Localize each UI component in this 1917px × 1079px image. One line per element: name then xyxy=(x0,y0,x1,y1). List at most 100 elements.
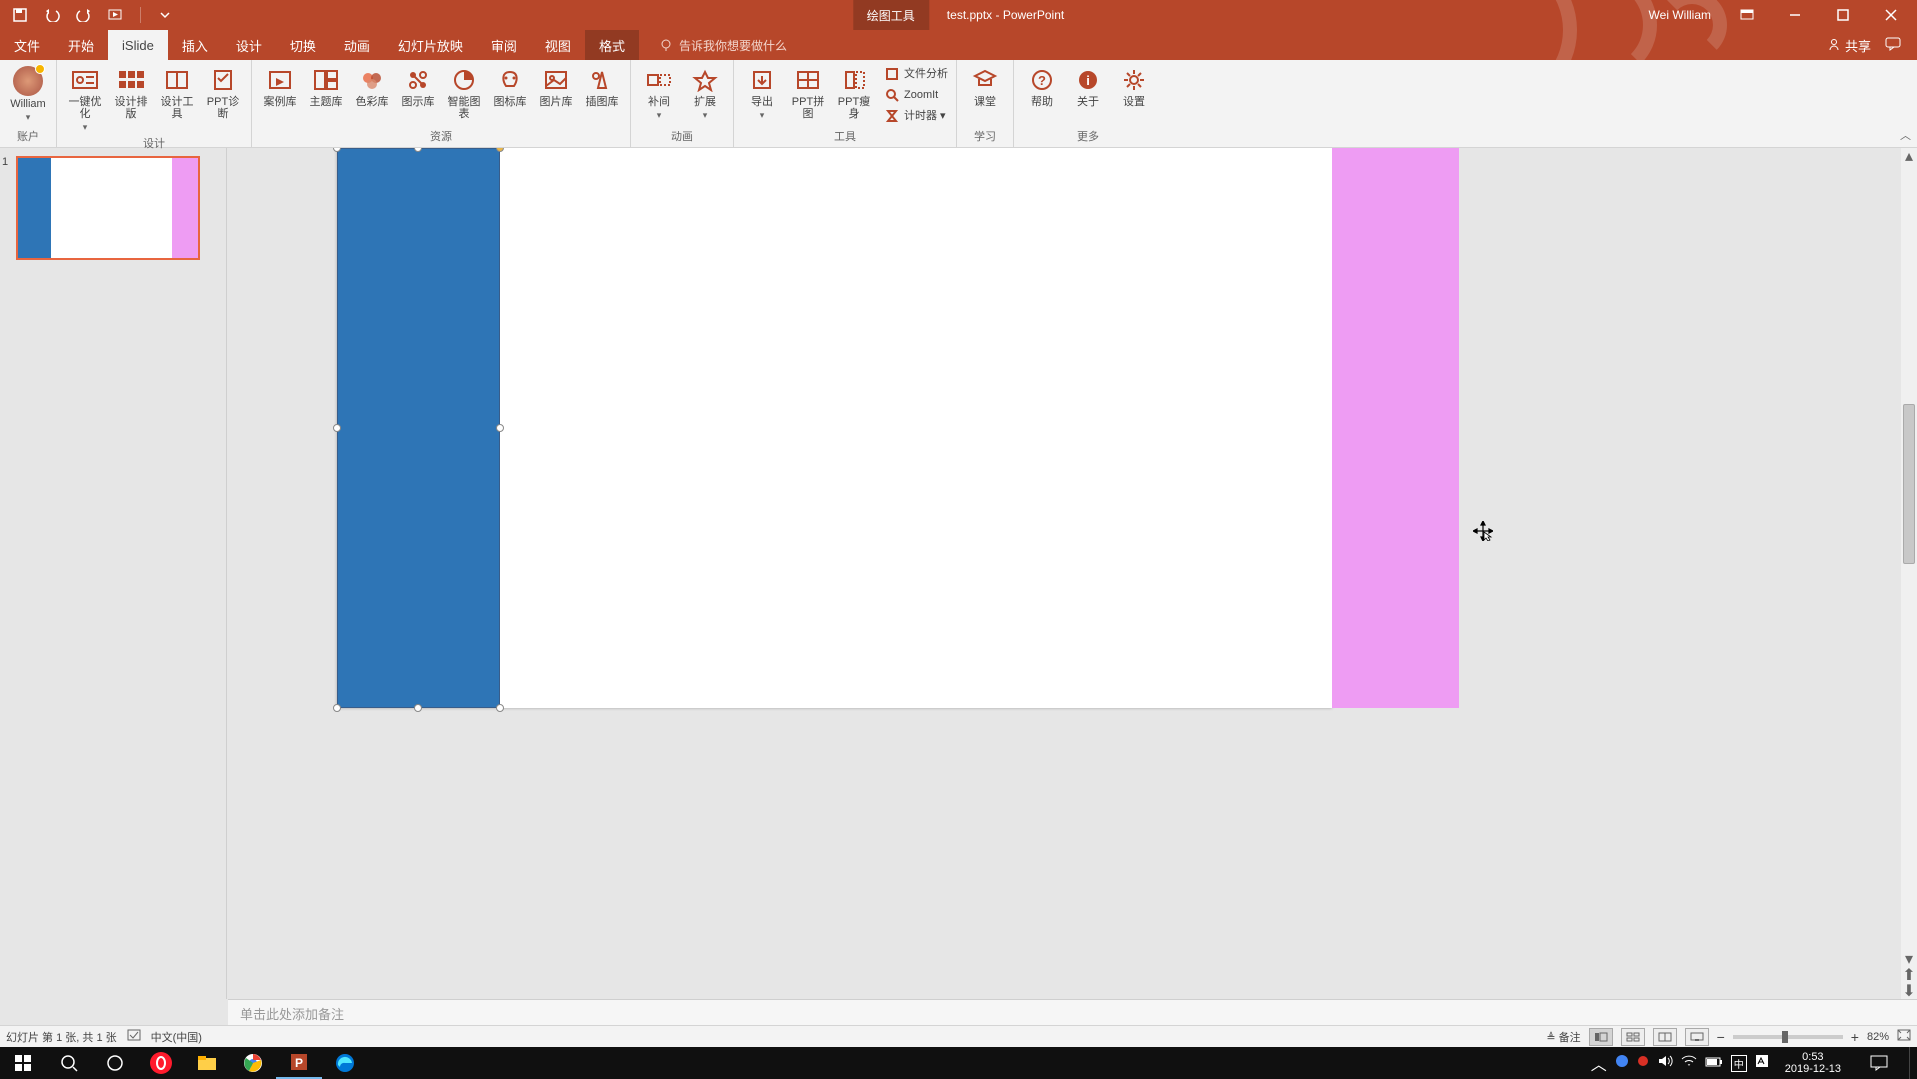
diagram-library-button[interactable]: 图示库 xyxy=(396,64,440,122)
file-explorer-icon[interactable] xyxy=(184,1047,230,1079)
maximize-icon[interactable] xyxy=(1821,0,1865,30)
resize-handle-e[interactable] xyxy=(496,424,504,432)
vector-library-button[interactable]: 插图库 xyxy=(580,64,624,122)
tab-design[interactable]: 设计 xyxy=(222,30,276,60)
avatar-icon xyxy=(13,66,43,96)
pink-rectangle-shape[interactable] xyxy=(1332,148,1459,708)
account-button[interactable]: William ▾ xyxy=(6,64,50,125)
resize-handle-sw[interactable] xyxy=(333,704,341,712)
vertical-scrollbar[interactable]: ▴ ▾ ⬆ ⬇ xyxy=(1901,148,1917,999)
tray-ime-icon[interactable]: 中 xyxy=(1731,1055,1747,1072)
tab-file[interactable]: 文件 xyxy=(0,30,54,60)
color-library-button[interactable]: 色彩库 xyxy=(350,64,394,122)
tray-chrome-icon[interactable] xyxy=(1615,1054,1629,1073)
tray-volume-icon[interactable] xyxy=(1657,1054,1673,1073)
resize-handle-s[interactable] xyxy=(414,704,422,712)
tab-transition[interactable]: 切换 xyxy=(276,30,330,60)
tab-animation[interactable]: 动画 xyxy=(330,30,384,60)
zoom-percent[interactable]: 82% xyxy=(1867,1031,1889,1043)
case-library-button[interactable]: 案例库 xyxy=(258,64,302,122)
slide-thumbnail-1[interactable]: 1 xyxy=(12,156,214,260)
normal-view-icon[interactable] xyxy=(1589,1028,1613,1046)
ribbon-group-animation: 补间▾ 扩展▾ 动画 xyxy=(631,60,734,147)
tray-wifi-icon[interactable] xyxy=(1681,1054,1697,1072)
icon-library-button[interactable]: 图标库 xyxy=(488,64,532,122)
taskbar-clock[interactable]: 0:53 2019-12-13 xyxy=(1777,1051,1849,1075)
zoom-in-icon[interactable]: + xyxy=(1851,1029,1859,1045)
zoom-out-icon[interactable]: − xyxy=(1717,1029,1725,1045)
action-center-icon[interactable] xyxy=(1857,1047,1901,1079)
fit-to-window-icon[interactable] xyxy=(1897,1029,1911,1044)
notes-pane[interactable]: 单击此处添加备注 xyxy=(228,999,1917,1025)
slide-thumbnails-panel[interactable]: 1 xyxy=(0,148,227,999)
picture-library-button[interactable]: 图片库 xyxy=(534,64,578,122)
undo-icon[interactable] xyxy=(40,4,64,26)
context-tab-drawing-tools[interactable]: 绘图工具 xyxy=(853,0,929,30)
reading-view-icon[interactable] xyxy=(1653,1028,1677,1046)
timer-button[interactable]: 计时器 ▾ xyxy=(882,106,950,126)
file-analysis-button[interactable]: 文件分析 xyxy=(882,64,950,84)
share-button[interactable]: 共享 xyxy=(1827,36,1871,55)
design-tools-button[interactable]: 设计工具 xyxy=(155,64,199,135)
resize-handle-w[interactable] xyxy=(333,424,341,432)
chrome-icon[interactable] xyxy=(230,1047,276,1079)
ppt-diagnosis-button[interactable]: PPT诊断 xyxy=(201,64,245,135)
start-button[interactable] xyxy=(0,1047,46,1079)
theme-library-button[interactable]: 主题库 xyxy=(304,64,348,122)
smart-chart-button[interactable]: 智能图表 xyxy=(442,64,486,122)
slide-canvas[interactable] xyxy=(227,148,1901,999)
minimize-icon[interactable] xyxy=(1773,0,1817,30)
resize-handle-se[interactable] xyxy=(496,704,504,712)
qat-customize-icon[interactable] xyxy=(153,4,177,26)
tray-battery-icon[interactable] xyxy=(1705,1054,1723,1072)
task-view-icon[interactable] xyxy=(92,1047,138,1079)
user-name[interactable]: Wei William xyxy=(1649,8,1711,22)
save-icon[interactable] xyxy=(8,4,32,26)
collapse-ribbon-icon[interactable]: ︿ xyxy=(1900,127,1911,143)
ribbon-display-options-icon[interactable] xyxy=(1725,0,1769,30)
zoom-slider[interactable] xyxy=(1733,1035,1843,1039)
scrollbar-thumb[interactable] xyxy=(1903,404,1915,564)
opera-icon[interactable] xyxy=(138,1047,184,1079)
svg-text:?: ? xyxy=(1038,73,1046,88)
ppt-slim-button[interactable]: PPT瘦身 xyxy=(832,64,876,126)
notes-toggle[interactable]: ≜ 备注 xyxy=(1546,1029,1580,1045)
show-desktop-button[interactable] xyxy=(1909,1047,1915,1079)
one-click-optimize-button[interactable]: 一键优化▾ xyxy=(63,64,107,135)
spellcheck-icon[interactable] xyxy=(127,1029,141,1044)
zoomit-button[interactable]: ZoomIt xyxy=(882,85,950,105)
slide-sorter-view-icon[interactable] xyxy=(1621,1028,1645,1046)
tab-review[interactable]: 审阅 xyxy=(477,30,531,60)
edge-icon[interactable] xyxy=(322,1047,368,1079)
scroll-up-icon[interactable]: ▴ xyxy=(1905,148,1913,164)
tab-view[interactable]: 视图 xyxy=(531,30,585,60)
start-from-beginning-icon[interactable] xyxy=(104,4,128,26)
slideshow-view-icon[interactable] xyxy=(1685,1028,1709,1046)
settings-button[interactable]: 设置 xyxy=(1112,64,1156,110)
next-slide-icon[interactable]: ⬇ xyxy=(1902,983,1915,999)
search-icon[interactable] xyxy=(46,1047,92,1079)
export-button[interactable]: 导出▾ xyxy=(740,64,784,126)
help-button[interactable]: ?帮助 xyxy=(1020,64,1064,110)
tell-me-search[interactable]: 告诉我你想要做什么 xyxy=(659,30,787,60)
tween-button[interactable]: 补间▾ xyxy=(637,64,681,123)
ppt-merge-button[interactable]: PPT拼图 xyxy=(786,64,830,126)
tray-chevron-icon[interactable]: ︿ xyxy=(1591,1051,1607,1075)
tab-insert[interactable]: 插入 xyxy=(168,30,222,60)
blue-rectangle-shape[interactable] xyxy=(337,148,500,708)
tray-record-icon[interactable] xyxy=(1637,1054,1649,1072)
comments-icon[interactable] xyxy=(1885,37,1901,54)
classroom-button[interactable]: 课堂 xyxy=(963,64,1007,110)
redo-icon[interactable] xyxy=(72,4,96,26)
tray-input-indicator-icon[interactable] xyxy=(1755,1054,1769,1073)
extension-button[interactable]: 扩展▾ xyxy=(683,64,727,123)
powerpoint-icon[interactable]: P xyxy=(276,1047,322,1079)
tab-home[interactable]: 开始 xyxy=(54,30,108,60)
close-icon[interactable] xyxy=(1869,0,1913,30)
tab-slideshow[interactable]: 幻灯片放映 xyxy=(384,30,477,60)
about-button[interactable]: i关于 xyxy=(1066,64,1110,110)
design-layout-button[interactable]: 设计排版 xyxy=(109,64,153,135)
language-indicator[interactable]: 中文(中国) xyxy=(151,1029,202,1045)
tab-islide[interactable]: iSlide xyxy=(108,30,168,60)
tab-format[interactable]: 格式 xyxy=(585,30,639,60)
